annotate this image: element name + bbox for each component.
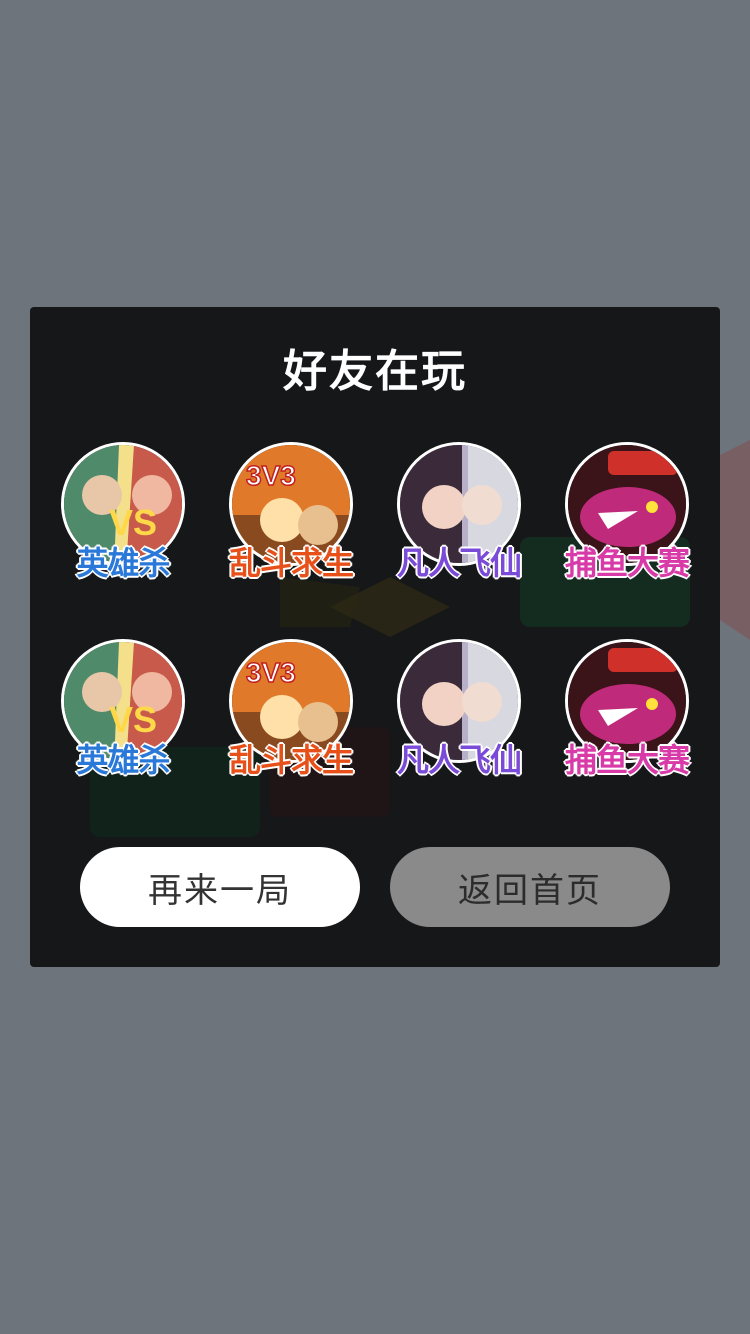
game-tile[interactable]: 捕鱼大赛	[552, 442, 702, 592]
game-label: 捕鱼大赛	[564, 543, 691, 583]
game-tile[interactable]: VS 英雄杀	[48, 639, 198, 789]
game-tile[interactable]: 捕鱼大赛	[552, 639, 702, 789]
svg-text:3V3: 3V3	[246, 460, 296, 491]
dialog-title: 好友在玩	[283, 346, 467, 397]
back-home-button[interactable]: 返回首页	[390, 847, 670, 927]
game-label: 英雄杀	[75, 740, 171, 780]
game-label: 英雄杀	[75, 543, 171, 583]
screen: { "dialog": { "title": "好友在玩", "games": …	[0, 0, 750, 1334]
game-tile[interactable]: VS 英雄杀	[48, 442, 198, 592]
svg-text:3V3: 3V3	[246, 657, 296, 688]
game-tile[interactable]: 3V3 乱斗求生	[216, 639, 366, 789]
game-tile[interactable]: 凡人飞仙	[384, 639, 534, 789]
play-again-button[interactable]: 再来一局	[80, 847, 360, 927]
game-tile[interactable]: 凡人飞仙	[384, 442, 534, 592]
game-label: 凡人飞仙	[396, 740, 523, 780]
game-label: 凡人飞仙	[396, 543, 523, 583]
svg-text:VS: VS	[109, 699, 157, 740]
friends-playing-dialog: 好友在玩 VS 英雄杀 3V3 乱斗求生 凡人飞仙 捕鱼大赛 VS 英雄杀 3V…	[30, 307, 720, 967]
svg-text:VS: VS	[109, 502, 157, 543]
game-label: 乱斗求生	[228, 740, 355, 780]
game-label: 乱斗求生	[228, 543, 355, 583]
game-tile[interactable]: 3V3 乱斗求生	[216, 442, 366, 592]
game-label: 捕鱼大赛	[564, 740, 691, 780]
